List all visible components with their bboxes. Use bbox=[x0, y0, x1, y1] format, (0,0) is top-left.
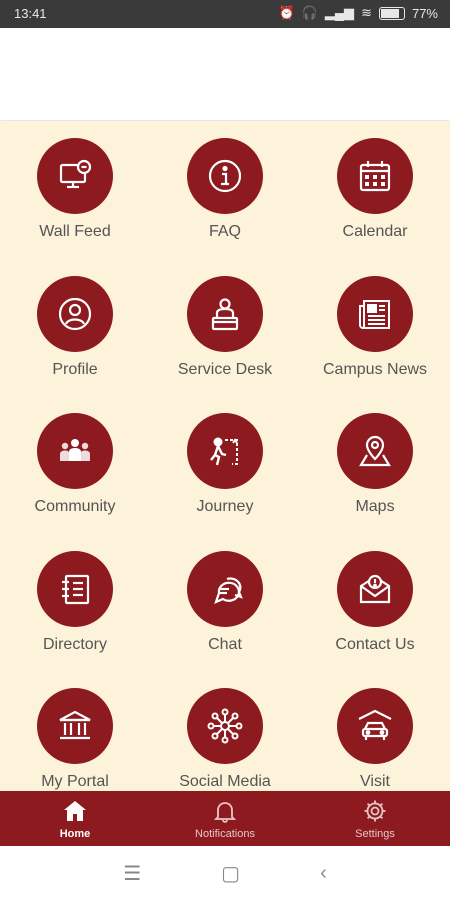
tile-label: My Portal bbox=[41, 773, 109, 790]
home-icon bbox=[62, 798, 88, 828]
system-navigation-bar: ☰ ▢ ‹ bbox=[0, 846, 450, 900]
tile-label: Campus News bbox=[322, 361, 428, 378]
app-header bbox=[0, 28, 450, 120]
feature-grid: Wall Feed FAQ Calendar Profile Service Desk C… bbox=[0, 121, 450, 791]
tile-campus-news[interactable]: Campus News bbox=[300, 276, 450, 379]
bell-icon bbox=[212, 798, 238, 828]
tile-maps[interactable]: Maps bbox=[300, 413, 450, 516]
newspaper-icon bbox=[337, 276, 413, 352]
nav-notifications[interactable]: Notifications bbox=[150, 791, 300, 846]
tile-label: Wall Feed bbox=[39, 223, 111, 240]
tile-label: Social Media bbox=[179, 773, 271, 790]
community-icon bbox=[37, 413, 113, 489]
tile-journey[interactable]: Journey bbox=[150, 413, 300, 516]
bottom-navigation: Home Notifications Settings bbox=[0, 791, 450, 846]
tile-social-media[interactable]: Social Media bbox=[150, 688, 300, 791]
calendar-icon bbox=[337, 138, 413, 214]
signal-icon: ▂▄▆ bbox=[324, 5, 355, 20]
directory-icon bbox=[37, 551, 113, 627]
tile-label: Journey bbox=[196, 498, 254, 515]
mail-icon bbox=[337, 551, 413, 627]
status-bar: 13:41 ⏰ 🎧 ▂▄▆ ≋ 77% bbox=[0, 0, 450, 28]
tile-profile[interactable]: Profile bbox=[0, 276, 150, 379]
nav-label: Home bbox=[59, 827, 91, 840]
tile-label: Directory bbox=[42, 636, 107, 653]
tile-calendar[interactable]: Calendar bbox=[300, 138, 450, 241]
nav-settings[interactable]: Settings bbox=[300, 791, 450, 846]
network-icon bbox=[187, 688, 263, 764]
tile-directory[interactable]: Directory bbox=[0, 551, 150, 654]
tile-my-portal[interactable]: My Portal bbox=[0, 688, 150, 791]
recent-apps-icon[interactable]: ☰ bbox=[123, 861, 141, 886]
tile-wall-feed[interactable]: Wall Feed bbox=[0, 138, 150, 241]
status-icons: ⏰ 🎧 ▂▄▆ ≋ 77% bbox=[278, 5, 438, 21]
tile-label: Service Desk bbox=[177, 361, 273, 378]
battery-level: 77% bbox=[411, 5, 438, 21]
journey-icon bbox=[187, 413, 263, 489]
tile-label: Contact Us bbox=[335, 636, 415, 653]
nav-label: Notifications bbox=[195, 827, 255, 840]
tile-label: Maps bbox=[355, 498, 395, 515]
tile-label: Profile bbox=[52, 361, 98, 378]
info-icon bbox=[187, 138, 263, 214]
alarm-icon: ⏰ bbox=[278, 5, 295, 20]
battery-icon bbox=[378, 6, 405, 20]
back-icon[interactable]: ‹ bbox=[320, 862, 327, 885]
status-time: 13:41 bbox=[14, 6, 47, 21]
wifi-icon: ≋ bbox=[361, 5, 372, 20]
tile-label: Calendar bbox=[342, 223, 408, 240]
monitor-chat-icon bbox=[37, 138, 113, 214]
tile-label: Community bbox=[34, 498, 116, 515]
tile-label: FAQ bbox=[208, 223, 241, 240]
tile-service-desk[interactable]: Service Desk bbox=[150, 276, 300, 379]
gear-icon bbox=[362, 798, 388, 828]
tile-community[interactable]: Community bbox=[0, 413, 150, 516]
car-garage-icon bbox=[337, 688, 413, 764]
tile-label: Chat bbox=[208, 636, 242, 653]
user-icon bbox=[37, 276, 113, 352]
map-pin-icon bbox=[337, 413, 413, 489]
tile-chat[interactable]: Chat bbox=[150, 551, 300, 654]
tile-faq[interactable]: FAQ bbox=[150, 138, 300, 241]
home-square-icon[interactable]: ▢ bbox=[221, 861, 240, 886]
portal-building-icon bbox=[37, 688, 113, 764]
nav-label: Settings bbox=[355, 827, 395, 840]
service-desk-icon bbox=[187, 276, 263, 352]
chat-icon bbox=[187, 551, 263, 627]
tile-visit[interactable]: Visit bbox=[300, 688, 450, 791]
nav-home[interactable]: Home bbox=[0, 791, 150, 846]
tile-label: Visit bbox=[360, 773, 390, 790]
tile-contact-us[interactable]: Contact Us bbox=[300, 551, 450, 654]
headset-icon: 🎧 bbox=[301, 5, 318, 20]
